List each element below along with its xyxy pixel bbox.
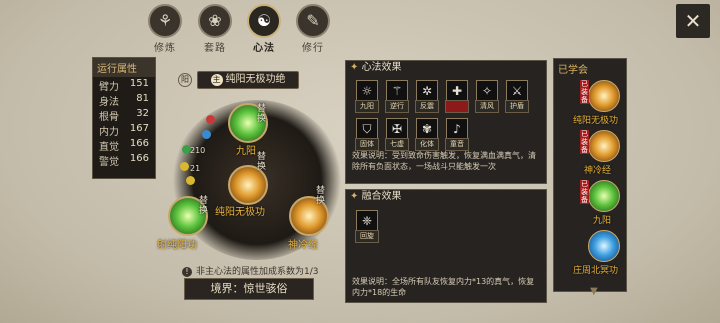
tab-label: 心法 [253, 43, 275, 54]
effect-icon[interactable]: ✚ [446, 80, 468, 102]
learned-skill-name: 神冷经 [584, 166, 612, 176]
effect-label [445, 100, 469, 113]
attribute-row: 臂力 151 [99, 78, 149, 93]
equipped-tag: 已装备 [580, 180, 589, 204]
effect-description: 效果说明：受到致命伤害触发，恢复满血满真气，清除所有负面状态，一场战斗只能触发一… [352, 151, 536, 171]
tab-practice[interactable]: ✎ 修行 [290, 4, 336, 54]
attribute-dot [202, 130, 211, 139]
effect-icon[interactable]: ☼ [356, 80, 378, 102]
yang-marker: 阳 [178, 73, 192, 87]
learned-skill[interactable] [588, 130, 620, 162]
swap-button[interactable]: 替换 [257, 152, 269, 172]
learned-skill-name: 纯阳无极功 [573, 116, 619, 126]
learned-title: 已学会 [558, 65, 588, 76]
effect-icon[interactable]: ✲ [416, 80, 438, 102]
routine-icon: ❀ [198, 4, 232, 38]
effect-icon[interactable]: ✠ [386, 118, 408, 140]
realm-label: 境界：惊世骇俗 [184, 278, 314, 300]
learned-skill[interactable] [588, 180, 620, 212]
equipped-tag: 已装备 [580, 130, 589, 154]
tab-label: 修炼 [154, 43, 176, 54]
tab-label: 修行 [302, 43, 324, 54]
fusion-description: 效果说明：全场所有队友恢复内力*13的真气，恢复内力*18的生命 [352, 277, 535, 297]
learned-skill-name: 庄周北冥功 [573, 266, 619, 276]
main-marker: 主 [210, 74, 223, 86]
attribute-value: 210 [190, 146, 206, 155]
skill-name: 九阳 [236, 146, 256, 157]
effect-label: 七虚 [385, 138, 409, 151]
attribute-row: 身法 81 [99, 93, 149, 108]
attribute-value: 21 [190, 164, 201, 173]
attributes-panel: 运行属性 臂力 151 身法 81 根骨 32 内力 167 直觉 166 警觉 166 [92, 57, 156, 179]
learned-skill-name: 九阳 [593, 216, 612, 226]
effect-icon[interactable]: ⚔ [506, 80, 528, 102]
attribute-row: 根骨 32 [99, 108, 149, 123]
info-icon: ! [182, 267, 192, 277]
attribute-row: 警觉 166 [99, 153, 149, 168]
effect-icon[interactable]: ♪ [446, 118, 468, 140]
fusion-icon[interactable]: ❈ [356, 210, 378, 232]
skill-name: 纯阳无极功 [215, 207, 265, 218]
close-icon: ✕ [684, 9, 702, 33]
practice-icon: ✎ [296, 4, 330, 38]
panel-title: ✦ 融合效果 [350, 191, 402, 202]
tab-xinfa[interactable]: ☯ 心法 [241, 4, 287, 54]
attributes-title: 运行属性 [93, 58, 155, 77]
effect-label: 反震 [415, 100, 439, 113]
skill-name: 射纯阳功 [157, 240, 197, 251]
effect-icon[interactable]: ✾ [416, 118, 438, 140]
attribute-dot [206, 115, 215, 124]
scroll-down-icon[interactable]: ▼ [590, 286, 598, 297]
learned-skill[interactable] [588, 80, 620, 112]
effect-label: 九阳 [355, 100, 379, 113]
effect-label: 化体 [415, 138, 439, 151]
effect-icon[interactable]: ⚚ [386, 80, 408, 102]
attribute-dot [186, 176, 195, 185]
fusion-label: 回旋 [355, 230, 379, 243]
effect-label: 清风 [475, 100, 499, 113]
tab-label: 套路 [204, 43, 226, 54]
swap-button[interactable]: 替换 [316, 186, 328, 206]
main-xinfa-title: 主纯阳无极功绝 [197, 71, 299, 89]
tab-routine[interactable]: ❀ 套路 [192, 4, 238, 54]
training-icon: ⚘ [148, 4, 182, 38]
panel-title: ✦ 心法效果 [350, 62, 402, 73]
coefficient-note: ! 非主心法的属性加成系数为1/3 [182, 264, 319, 277]
attribute-row: 内力 167 [99, 123, 149, 138]
effect-label: 护盾 [505, 100, 529, 113]
effect-label: 固体 [355, 138, 379, 151]
swap-button[interactable]: 替换 [199, 196, 211, 216]
effect-icon[interactable]: ⛉ [356, 118, 378, 140]
attribute-dot [180, 162, 189, 171]
equipped-tag: 已装备 [580, 80, 589, 104]
effect-label: 逆行 [385, 100, 409, 113]
swap-button[interactable]: 替换 [257, 104, 269, 124]
effect-icon[interactable]: ✧ [476, 80, 498, 102]
close-button[interactable]: ✕ [676, 4, 710, 38]
fusion-effects-panel: ✦ 融合效果 效果说明：全场所有队友恢复内力*13的真气，恢复内力*18的生命 [345, 189, 547, 303]
yinyang-icon: ☯ [247, 4, 281, 38]
skill-name: 神冷经 [288, 240, 318, 251]
attribute-row: 直觉 166 [99, 138, 149, 153]
learned-skill[interactable] [588, 230, 620, 262]
tab-training[interactable]: ⚘ 修炼 [142, 4, 188, 54]
effect-label: 童音 [445, 138, 469, 151]
